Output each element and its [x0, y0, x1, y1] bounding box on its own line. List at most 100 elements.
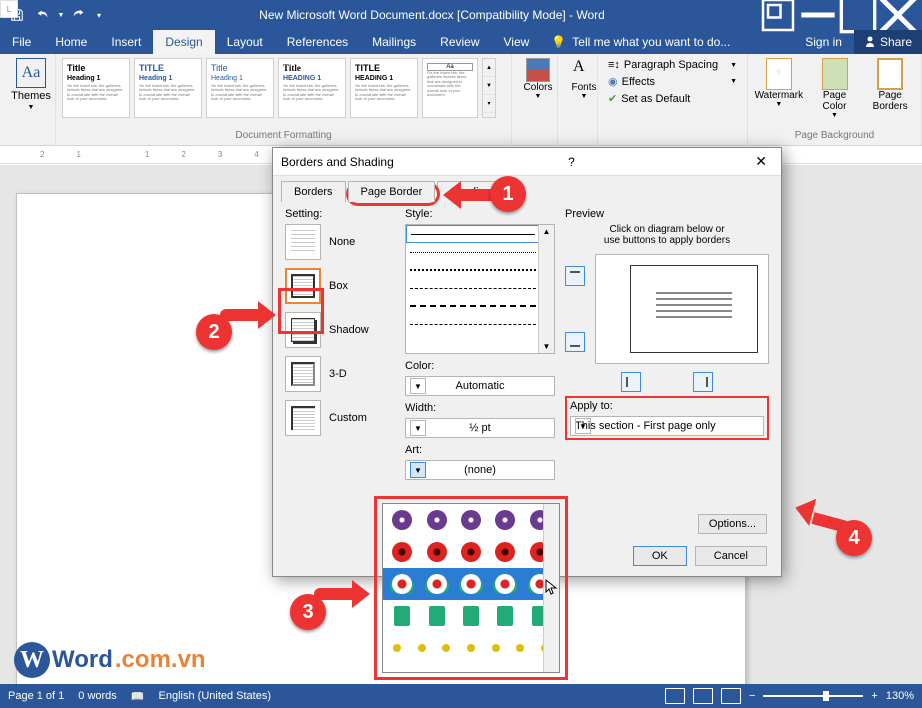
art-option-poinsettia[interactable] [383, 568, 559, 600]
tab-review[interactable]: Review [428, 30, 491, 54]
setting-label: Setting: [285, 208, 395, 220]
art-option-red-roses[interactable] [383, 536, 559, 568]
edge-top-btn[interactable] [565, 266, 585, 286]
apply-to-label: Apply to: [570, 400, 764, 412]
status-language[interactable]: English (United States) [159, 690, 272, 702]
preview-diagram[interactable] [595, 254, 769, 364]
edge-right-btn[interactable] [693, 372, 713, 392]
zoom-out-icon[interactable]: − [749, 690, 755, 702]
set-default-button[interactable]: ✔Set as Default [604, 91, 741, 106]
zoom-level[interactable]: 130% [886, 690, 914, 702]
tab-view[interactable]: View [492, 30, 542, 54]
qat-customize-icon[interactable]: ▾ [92, 1, 106, 29]
art-option-green-leaves[interactable] [383, 600, 559, 632]
minimize-icon[interactable] [798, 0, 838, 30]
undo-dropdown-icon[interactable]: ▼ [56, 1, 66, 29]
dialog-tabs: Borders Page Border Shading [273, 176, 781, 202]
docfmt-item[interactable]: TITLEHeading 1On the Insert tab, the gal… [134, 58, 202, 118]
dialog-help-icon[interactable]: ? [562, 155, 581, 169]
close-icon[interactable] [878, 0, 918, 30]
setting-shadow[interactable]: Shadow [285, 312, 395, 348]
view-read-icon[interactable] [665, 688, 685, 704]
apply-to-dropdown[interactable]: This section - First page only▼ [570, 416, 764, 436]
page-borders-icon [877, 58, 903, 90]
style-label: Style: [405, 208, 555, 220]
tab-mailings[interactable]: Mailings [360, 30, 428, 54]
edge-left-btn[interactable] [621, 372, 641, 392]
gallery-scroll[interactable]: ▲▼▾ [482, 58, 496, 118]
tab-references[interactable]: References [275, 30, 360, 54]
view-web-icon[interactable] [721, 688, 741, 704]
status-proofing-icon[interactable]: 📖 [131, 690, 145, 703]
tab-insert[interactable]: Insert [99, 30, 153, 54]
check-icon: ✔ [608, 92, 617, 105]
art-option-tiny[interactable] [383, 632, 559, 664]
help-icon[interactable] [758, 0, 798, 30]
docfmt-item[interactable]: TitleHEADING 1On the Insert tab, the gal… [278, 58, 346, 118]
setting-custom[interactable]: Custom [285, 400, 395, 436]
ok-button[interactable]: OK [633, 546, 687, 566]
setting-3d[interactable]: 3-D [285, 356, 395, 392]
word-logo-icon: W [14, 642, 50, 678]
tab-borders[interactable]: Borders [281, 181, 346, 202]
lightbulb-icon: 💡 [551, 35, 566, 49]
watermark-icon: // [766, 58, 792, 90]
ribbon-tabs: File Home Insert Design Layout Reference… [0, 30, 922, 54]
share-button[interactable]: Share [854, 30, 922, 54]
docfmt-item[interactable]: AaOn the Insert tab, the galleries inclu… [422, 58, 478, 118]
colors-label: Colors [524, 82, 553, 93]
art-dropdown[interactable]: (none)▼ [405, 460, 555, 480]
signin-link[interactable]: Sign in [793, 30, 854, 54]
pagebg-group-label: Page Background [754, 128, 915, 141]
watermark-button[interactable]: //Watermark▼ [754, 58, 804, 119]
docfmt-group-label: Document Formatting [62, 128, 505, 141]
dialog-close-icon[interactable]: ✕ [749, 153, 773, 170]
effects-button[interactable]: ◉Effects▼ [604, 74, 741, 89]
page-color-button[interactable]: Page Color▼ [810, 58, 860, 119]
maximize-icon[interactable] [838, 0, 878, 30]
tab-layout[interactable]: Layout [215, 30, 275, 54]
docfmt-item[interactable]: TitleHeading 1On the Insert tab, the gal… [206, 58, 274, 118]
width-dropdown[interactable]: ½ pt▼ [405, 418, 555, 438]
setting-none[interactable]: None [285, 224, 395, 260]
undo-icon[interactable] [30, 1, 56, 29]
tab-shading[interactable]: Shading [437, 181, 503, 202]
page-borders-button[interactable]: Page Borders [865, 58, 915, 119]
fonts-icon: A [573, 58, 595, 82]
colors-button[interactable]: Colors▼ [518, 58, 558, 100]
tell-me-search[interactable]: 💡 Tell me what you want to do... [541, 30, 793, 54]
style-list[interactable]: ▲▼ [405, 224, 555, 354]
status-page[interactable]: Page 1 of 1 [8, 690, 64, 702]
themes-icon: Aa [16, 58, 46, 88]
view-print-icon[interactable] [693, 688, 713, 704]
art-scrollbar[interactable] [543, 504, 559, 672]
tab-home[interactable]: Home [43, 30, 99, 54]
cancel-button[interactable]: Cancel [695, 546, 767, 566]
art-label: Art: [405, 444, 555, 456]
status-words[interactable]: 0 words [78, 690, 117, 702]
window-title: New Microsoft Word Document.docx [Compat… [106, 8, 758, 22]
redo-icon[interactable] [66, 1, 92, 29]
watermark-logo: W Word.com.vn [14, 642, 206, 678]
zoom-slider[interactable] [763, 695, 863, 697]
docfmt-item[interactable]: TITLEHEADING 1On the Insert tab, the gal… [350, 58, 418, 118]
fonts-label: Fonts [571, 82, 596, 93]
tab-design[interactable]: Design [153, 30, 214, 54]
paragraph-spacing-button[interactable]: ≡↕Paragraph Spacing▼ [604, 58, 741, 72]
dialog-titlebar[interactable]: Borders and Shading ? ✕ [273, 148, 781, 176]
edge-bottom-btn[interactable] [565, 332, 585, 352]
tab-file[interactable]: File [0, 30, 43, 54]
color-dropdown[interactable]: Automatic▼ [405, 376, 555, 396]
art-option-purple-flowers[interactable] [383, 504, 559, 536]
docfmt-item[interactable]: TitleHeading 1On the Insert tab, the gal… [62, 58, 130, 118]
setting-box[interactable]: Box [285, 268, 395, 304]
art-dropdown-list[interactable] [382, 503, 560, 673]
color-label: Color: [405, 360, 555, 372]
docfmt-gallery[interactable]: TitleHeading 1On the Insert tab, the gal… [62, 58, 505, 118]
options-button[interactable]: Options... [698, 514, 767, 534]
tab-page-border[interactable]: Page Border [348, 181, 436, 202]
zoom-in-icon[interactable]: + [871, 690, 877, 702]
ruler-corner: L [0, 0, 18, 18]
style-scrollbar[interactable]: ▲▼ [538, 225, 554, 353]
themes-button[interactable]: Aa Themes ▼ [6, 58, 56, 111]
